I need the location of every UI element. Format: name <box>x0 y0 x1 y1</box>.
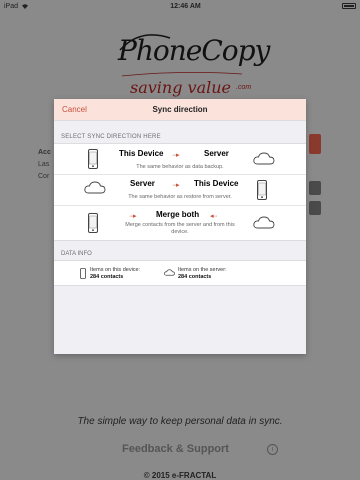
option-to-label: This Device <box>194 179 239 188</box>
device-items-label: Items on this device: <box>90 267 141 273</box>
tagline: The simple way to keep personal data in … <box>77 416 283 427</box>
carrier-label: iPad <box>4 2 19 10</box>
option-description-line: Merge contacts from the server and from … <box>125 222 235 228</box>
copyright: © 2015 e-FRACTAL <box>143 471 217 480</box>
arrow-left-icon: ◂··· <box>210 213 217 220</box>
option-merge-both[interactable]: ···▸ Merge both ◂··· Merge contacts from… <box>54 206 306 240</box>
sync-button[interactable] <box>309 134 321 154</box>
option-title: Merge both <box>156 210 200 219</box>
account-summary: Acc Las Cor <box>38 147 51 183</box>
account-line: Acc <box>38 149 51 156</box>
option-to-label: Server <box>204 149 229 158</box>
account-line: Cor <box>38 173 50 180</box>
arrow-right-icon: ···▸ <box>172 152 179 159</box>
logo-subtitle: saving value <box>130 78 232 97</box>
arrow-right-icon: ···▸ <box>129 213 136 220</box>
info-icon[interactable]: i <box>267 444 278 455</box>
battery-icon <box>342 3 356 9</box>
wifi-icon <box>22 4 29 9</box>
arrow-right-icon: ···▸ <box>172 182 179 189</box>
data-info-row: Items on this device: 284 contacts Items… <box>54 260 306 286</box>
option-description: The same behavior as data backup. <box>136 164 224 170</box>
option-description: Merge contacts from the server and from … <box>54 222 306 236</box>
cancel-button[interactable]: Cancel <box>62 105 87 114</box>
sync-options: This Device ···▸ Server The same behavio… <box>54 143 306 241</box>
side-button[interactable] <box>309 201 321 215</box>
status-left: iPad <box>4 3 29 10</box>
account-line: Las <box>38 161 50 168</box>
option-description: The same behavior as restore from server… <box>128 194 232 200</box>
clock: 12:46 AM <box>170 2 201 10</box>
option-from-label: Server <box>130 179 155 188</box>
device-items: Items on this device: 284 contacts <box>90 267 140 281</box>
data-info-label: DATA INFO <box>61 251 92 257</box>
modal-header: Cancel Sync direction <box>54 99 306 121</box>
phone-small-icon <box>80 268 86 279</box>
server-items: Items on the server: 284 contacts <box>178 267 227 281</box>
option-server-to-device[interactable]: Server ···▸ This Device The same behavio… <box>54 175 306 206</box>
sync-direction-modal: Cancel Sync direction SELECT SYNC DIRECT… <box>54 99 306 354</box>
server-items-label: Items on the server: <box>178 267 227 273</box>
logo-domain: .com <box>236 84 252 91</box>
cloud-icon <box>84 181 106 194</box>
server-items-count: 284 contacts <box>178 274 212 280</box>
phonecopy-logo: PhoneCopy saving value .com <box>110 30 270 110</box>
modal-title: Sync direction <box>152 105 208 114</box>
side-button[interactable] <box>309 181 321 195</box>
device-items-count: 284 contacts <box>90 274 124 280</box>
status-bar: iPad 12:46 AM <box>0 0 360 12</box>
cloud-small-icon <box>164 269 175 276</box>
option-description-line: device. <box>171 229 189 235</box>
section-label: SELECT SYNC DIRECTION HERE <box>61 134 161 140</box>
logo-title: PhoneCopy <box>118 34 270 67</box>
option-device-to-server[interactable]: This Device ···▸ Server The same behavio… <box>54 144 306 175</box>
status-right <box>342 3 356 9</box>
option-from-label: This Device <box>119 149 164 158</box>
feedback-support-link[interactable]: Feedback & Support <box>122 443 229 455</box>
